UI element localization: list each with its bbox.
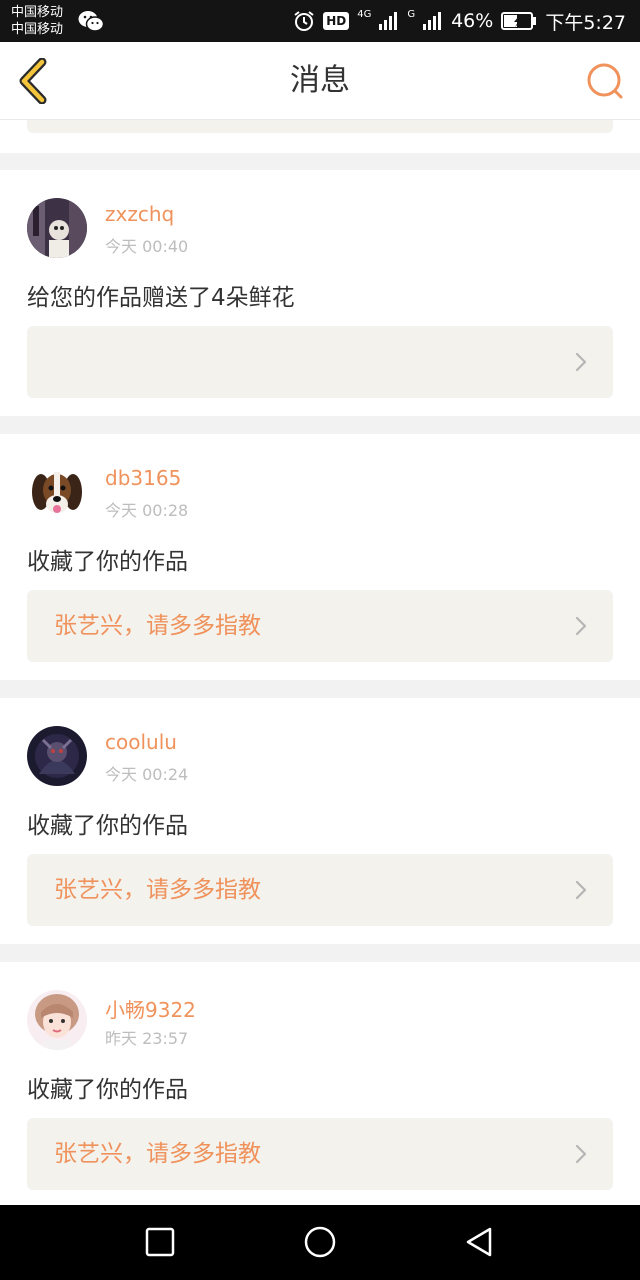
notification-list[interactable]: zxzchq 今天 00:40 给您的作品赠送了4朵鲜花 db3165 今天 0… — [0, 120, 640, 1205]
username[interactable]: coolulu — [105, 730, 177, 754]
notification-message: 收藏了你的作品 — [27, 549, 188, 575]
work-reference-link[interactable] — [27, 326, 613, 398]
girl-avatar[interactable] — [27, 990, 87, 1050]
timestamp: 昨天 23:57 — [105, 1029, 189, 1048]
alarm-icon — [294, 11, 314, 31]
search-icon[interactable] — [586, 62, 624, 100]
clock: 下午5:27 — [545, 11, 626, 34]
network-4g-label: 4G — [357, 9, 372, 20]
system-nav-bar — [0, 1205, 640, 1280]
notification-message: 收藏了你的作品 — [27, 1077, 188, 1103]
wechat-icon — [78, 11, 104, 32]
work-title: 张艺兴，请多多指教 — [54, 877, 261, 903]
chevron-right-icon — [575, 1144, 587, 1164]
battery-charging-icon — [501, 12, 537, 30]
timestamp: 今天 00:28 — [105, 501, 189, 520]
carrier-1: 中国移动 — [11, 5, 64, 20]
work-title: 张艺兴，请多多指教 — [54, 1141, 261, 1167]
status-bar: 中国移动 中国移动 HD 4G G 46% 下午5:27 — [0, 0, 640, 42]
timestamp: 今天 00:24 — [105, 765, 189, 784]
page-title: 消息 — [290, 63, 350, 98]
dog-avatar[interactable] — [27, 462, 87, 522]
character-avatar[interactable] — [27, 726, 87, 786]
username[interactable]: 小畅9322 — [105, 994, 196, 1023]
notification-card: db3165 今天 00:28 收藏了你的作品 张艺兴，请多多指教 — [0, 434, 640, 680]
notification-card: zxzchq 今天 00:40 给您的作品赠送了4朵鲜花 — [0, 170, 640, 416]
battery-percent: 46% — [451, 10, 494, 32]
user-avatar-dark[interactable] — [27, 198, 87, 258]
chevron-right-icon — [575, 616, 587, 636]
recent-apps-icon[interactable] — [143, 1225, 177, 1259]
chevron-right-icon — [575, 880, 587, 900]
work-title: 张艺兴，请多多指教 — [54, 613, 261, 639]
signal-icon — [379, 12, 398, 30]
work-reference-link[interactable]: 张艺兴，请多多指教 — [27, 1118, 613, 1190]
carrier-2: 中国移动 — [11, 22, 64, 37]
back-icon[interactable] — [463, 1225, 497, 1259]
notification-card: 小畅9322 昨天 23:57 收藏了你的作品 张艺兴，请多多指教 — [0, 962, 640, 1205]
notification-message: 收藏了你的作品 — [27, 813, 188, 839]
username[interactable]: db3165 — [105, 466, 181, 490]
work-reference-link[interactable]: 张艺兴，请多多指教 — [27, 590, 613, 662]
notification-message: 给您的作品赠送了4朵鲜花 — [27, 285, 295, 311]
chevron-right-icon — [575, 352, 587, 372]
username[interactable]: zxzchq — [105, 202, 174, 226]
status-indicators: HD 4G G 46% 下午5:27 — [293, 0, 626, 42]
network-g-label: G — [407, 9, 416, 20]
previous-card-partial — [0, 120, 640, 153]
hd-badge: HD — [323, 12, 350, 30]
header: 消息 — [0, 42, 640, 120]
home-icon[interactable] — [303, 1225, 337, 1259]
carrier-labels: 中国移动 中国移动 — [11, 4, 63, 38]
timestamp: 今天 00:40 — [105, 237, 189, 256]
previous-card-ref-box[interactable] — [27, 120, 613, 133]
signal-icon-2 — [423, 12, 442, 30]
work-reference-link[interactable]: 张艺兴，请多多指教 — [27, 854, 613, 926]
notification-card: coolulu 今天 00:24 收藏了你的作品 张艺兴，请多多指教 — [0, 698, 640, 944]
